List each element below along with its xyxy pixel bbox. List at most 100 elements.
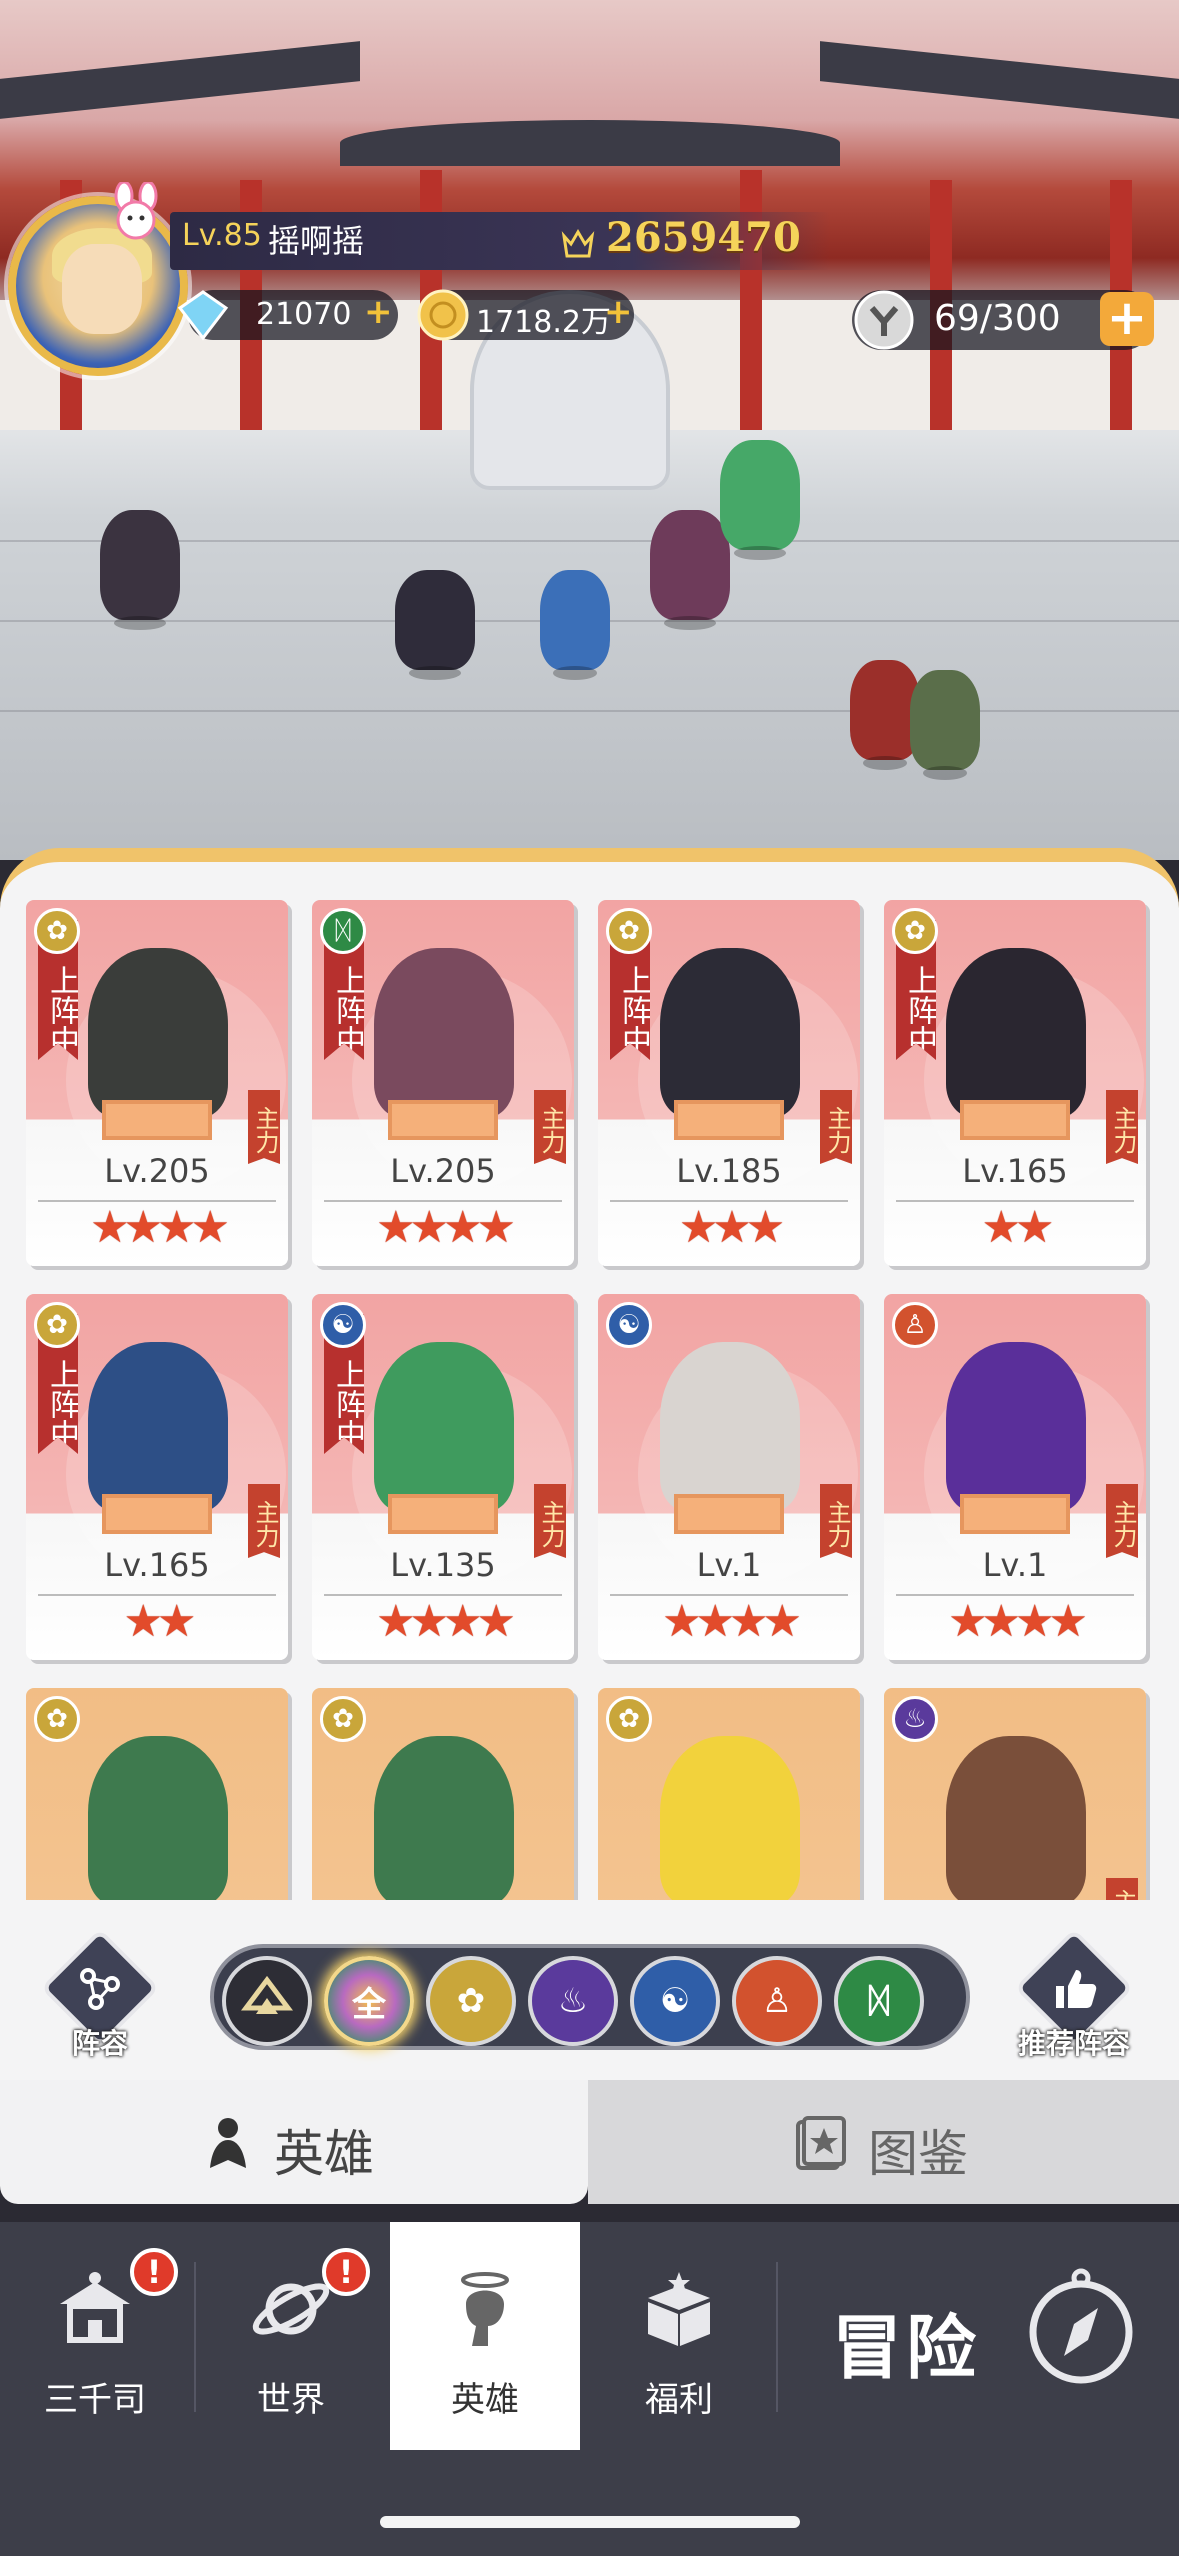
hero-card[interactable]: 上阵中 ✿ 主力 Lv.205 ★★★★ bbox=[26, 900, 288, 1266]
hero-stars: ★★★★ bbox=[662, 1596, 802, 1647]
hero-portrait bbox=[660, 1736, 800, 1900]
hero-card[interactable]: ✿ bbox=[598, 1688, 860, 1900]
crown-icon bbox=[561, 229, 595, 258]
taiji-icon: ☯ bbox=[606, 1302, 652, 1348]
filter-meditate[interactable]: ♙ bbox=[732, 1956, 822, 2046]
flame-icon: ♨ bbox=[892, 1696, 938, 1742]
nav-welfare[interactable]: 福利 bbox=[584, 2222, 774, 2442]
gold-coin-icon bbox=[417, 289, 469, 341]
combat-power: 2659470 bbox=[606, 214, 801, 261]
hero-card[interactable]: ✿ bbox=[312, 1688, 574, 1900]
dna-icon: ᛞ bbox=[320, 908, 366, 954]
nav-hero-label: 英雄 bbox=[451, 2380, 519, 2420]
lotus-icon: ✿ bbox=[892, 908, 938, 954]
taiji-icon: ☯ bbox=[320, 1302, 366, 1348]
hero-pedestal bbox=[674, 1100, 784, 1140]
gem-counter: 21070 + bbox=[177, 290, 398, 341]
dna-icon: ᛞ bbox=[868, 1981, 890, 2021]
hero-portrait bbox=[946, 1342, 1086, 1512]
hero-portrait bbox=[660, 1342, 800, 1512]
gold-value: 1718.2万 bbox=[476, 305, 611, 340]
stamina-value: 69/300 bbox=[934, 298, 1061, 339]
flame-icon: ♨ bbox=[557, 1981, 589, 2021]
add-stamina-button[interactable]: + bbox=[1100, 292, 1154, 346]
player-level: Lv.85 bbox=[182, 218, 262, 253]
hero-pedestal bbox=[674, 1494, 784, 1534]
battle-scene bbox=[0, 0, 1179, 860]
hero-sprite bbox=[720, 440, 800, 560]
nav-sanqiansi[interactable]: 三千司 ! bbox=[0, 2222, 190, 2442]
hero-grid: 上阵中 ✿ 主力 Lv.205 ★★★★ 上阵中 ᛞ 主力 Lv.205 ★★★… bbox=[24, 900, 1158, 1900]
nav-adventure-label[interactable]: 冒险 bbox=[832, 2292, 980, 2393]
lotus-icon: ✿ bbox=[34, 1696, 80, 1742]
filter-all[interactable]: 全 bbox=[324, 1956, 414, 2046]
hero-card[interactable]: ☯ 主力 Lv.1 ★★★★ bbox=[598, 1294, 860, 1660]
main-role-tag: 主 bbox=[1106, 1878, 1138, 1900]
diamond-icon bbox=[177, 290, 229, 341]
recommend-label: 推荐阵容 bbox=[1017, 2027, 1130, 2060]
temple-icon bbox=[60, 2272, 130, 2343]
hero-stars: ★★★★ bbox=[376, 1202, 516, 1253]
home-indicator bbox=[380, 2516, 800, 2528]
filter-flame[interactable]: ♨ bbox=[528, 1956, 618, 2046]
compass-icon bbox=[1029, 2268, 1133, 2384]
hero-stars: ★★ bbox=[123, 1596, 197, 1647]
hero-card[interactable]: ♨ 主 bbox=[884, 1688, 1146, 1900]
hero-card[interactable]: ✿ bbox=[26, 1688, 288, 1900]
filter-dna[interactable]: ᛞ bbox=[834, 1956, 924, 2046]
hero-level: Lv.205 bbox=[390, 1152, 496, 1190]
hero-pedestal bbox=[102, 1494, 212, 1534]
hero-portrait bbox=[374, 1736, 514, 1900]
tab-codex[interactable]: 图鉴 bbox=[588, 2080, 1179, 2204]
nav-sanqiansi-label: 三千司 bbox=[44, 2380, 146, 2420]
nav-welfare-label: 福利 bbox=[645, 2380, 713, 2420]
hero-card[interactable]: 上阵中 ᛞ 主力 Lv.205 ★★★★ bbox=[312, 900, 574, 1266]
recommend-formation-button[interactable]: 推荐阵容 bbox=[1014, 1928, 1134, 2060]
hero-head-icon bbox=[461, 2272, 509, 2346]
hero-portrait bbox=[946, 948, 1086, 1118]
diamond-icon bbox=[241, 1975, 293, 2014]
formation-label: 阵容 bbox=[71, 2027, 128, 2060]
hero-card[interactable]: 上阵中 ✿ 主力 Lv.165 ★★ bbox=[884, 900, 1146, 1266]
hero-stars: ★★★★ bbox=[376, 1596, 516, 1647]
hero-card[interactable]: 上阵中 ✿ 主力 Lv.185 ★★★ bbox=[598, 900, 860, 1266]
hero-card[interactable]: 上阵中 ☯ 主力 Lv.135 ★★★★ bbox=[312, 1294, 574, 1660]
hero-level: Lv.135 bbox=[390, 1546, 496, 1584]
filter-taiji[interactable]: ☯ bbox=[630, 1956, 720, 2046]
formation-button[interactable]: 阵容 bbox=[40, 1928, 160, 2060]
hero-card[interactable]: ♙ 主力 Lv.1 ★★★★ bbox=[884, 1294, 1146, 1660]
filter-diamond[interactable] bbox=[222, 1956, 312, 2046]
tab-codex-label: 图鉴 bbox=[868, 2125, 968, 2183]
gift-box-icon bbox=[648, 2272, 710, 2346]
taiji-icon: ☯ bbox=[659, 1981, 691, 2021]
add-gems-button[interactable]: + bbox=[364, 292, 393, 332]
hero-stars: ★★ bbox=[981, 1202, 1055, 1253]
tab-hero-label: 英雄 bbox=[274, 2125, 374, 2183]
alert-badge: ! bbox=[322, 2248, 370, 2296]
add-gold-button[interactable]: + bbox=[604, 292, 633, 332]
hero-portrait bbox=[88, 1342, 228, 1512]
faction-filter-bar: 全 ✿ ♨ ☯ ♙ ᛞ bbox=[210, 1944, 970, 2050]
nav-world[interactable]: 世界 ! bbox=[196, 2222, 386, 2442]
lotus-icon: ✿ bbox=[320, 1696, 366, 1742]
pillar bbox=[740, 170, 762, 430]
hero-stars: ★★★★ bbox=[90, 1202, 230, 1253]
hero-pedestal bbox=[102, 1100, 212, 1140]
tab-hero[interactable]: 英雄 bbox=[0, 2080, 588, 2204]
temple-roof-center bbox=[340, 120, 840, 166]
hero-pedestal bbox=[388, 1494, 498, 1534]
hero-pedestal bbox=[960, 1494, 1070, 1534]
filter-lotus[interactable]: ✿ bbox=[426, 1956, 516, 2046]
temple-roof-right bbox=[820, 41, 1179, 119]
hero-card[interactable]: 上阵中 ✿ 主力 Lv.165 ★★ bbox=[26, 1294, 288, 1660]
network-icon bbox=[80, 1968, 120, 2010]
nav-divider bbox=[776, 2262, 778, 2412]
filter-all-label: 全 bbox=[352, 1984, 386, 2025]
bunny-icon bbox=[114, 182, 158, 240]
nav-hero[interactable]: 英雄 bbox=[390, 2222, 580, 2450]
book-star-icon bbox=[796, 2116, 846, 2170]
meditate-icon: ♙ bbox=[761, 1981, 793, 2021]
hero-level: Lv.1 bbox=[696, 1546, 762, 1584]
hero-stars: ★★★★ bbox=[948, 1596, 1088, 1647]
hero-portrait bbox=[374, 948, 514, 1118]
